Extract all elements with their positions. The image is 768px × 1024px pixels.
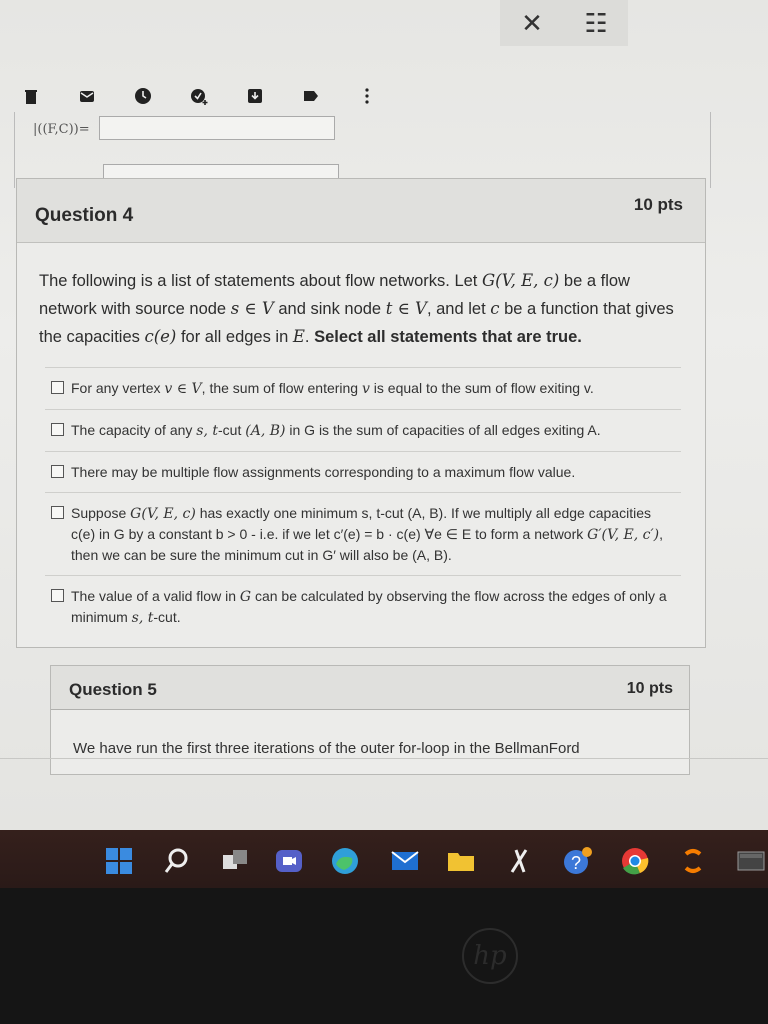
windows-start-icon[interactable] [104,846,134,876]
option-math: s, t [131,610,154,626]
option-text: For any vertex [71,380,165,396]
option-text: There may be multiple flow assignments c… [71,464,576,480]
prompt-math: E [292,327,305,346]
option-math: v ∈ V [164,381,202,397]
previous-formula: |((F,C))= [33,122,90,137]
option-text: in G is the sum of capacities of all edg… [285,422,601,438]
answer-option-3[interactable]: There may be multiple flow assignments c… [45,451,681,492]
prompt-text: , and let [426,300,491,318]
previous-question-card: |((F,C))= [14,112,711,188]
screen: ✕ ☷ |((F,C))= Question 4 10 pts The foll… [0,0,768,830]
answer-option-4[interactable]: Suppose G(V, E, c) has exactly one minim… [45,492,681,575]
prompt-text: . [304,328,315,346]
meet-icon[interactable] [274,846,304,876]
more-options-icon[interactable] [358,87,376,105]
clock-icon[interactable] [134,87,152,105]
adjust-filter-button[interactable]: ☷ [576,8,616,39]
add-task-icon[interactable] [190,87,208,105]
prompt-math: s ∈ V [230,299,274,318]
option-math: s, t [196,423,219,439]
option-math: G [239,589,252,605]
answer-option-5[interactable]: The value of a valid flow in G can be ca… [45,575,681,638]
hp-logo: hp [462,928,518,984]
question-points: 10 pts [633,195,683,214]
label-icon[interactable] [302,87,320,105]
trash-icon[interactable] [22,87,40,105]
question-title: Question 5 [69,680,157,699]
taskbar: ? [0,830,768,888]
option-text: Suppose [71,505,131,521]
question-points: 10 pts [626,680,673,697]
option-text: , the sum of flow entering [201,380,362,396]
answer-option-1[interactable]: For any vertex v ∈ V, the sum of flow en… [45,367,681,409]
option-math: G(V, E, c) [130,506,196,522]
prompt-text: The following is a list of statements ab… [39,272,482,290]
checkbox[interactable] [51,506,64,519]
search-icon[interactable] [162,846,192,876]
option-text: -cut. [153,609,181,625]
question-title: Question 4 [35,205,134,226]
checkbox[interactable] [51,589,64,602]
option-math: G′(V, E, c′) [587,527,660,543]
snipping-tool-icon[interactable] [504,846,534,876]
question-4-card: Question 4 10 pts The following is a lis… [16,178,706,648]
prompt-instruction: Select all statements that are true. [314,328,582,346]
mail-app-icon[interactable] [390,846,420,876]
prompt-math: c [490,299,500,318]
download-icon[interactable] [246,87,264,105]
checkbox[interactable] [51,381,64,394]
help-icon[interactable]: ? [562,846,592,876]
app-icon[interactable] [678,846,708,876]
answer-option-2[interactable]: The capacity of any s, t-cut (A, B) in G… [45,409,681,451]
prompt-math: G(V, E, c) [481,271,560,290]
chrome-icon[interactable] [620,846,650,876]
question-5-header: Question 5 10 pts [51,666,689,710]
close-button[interactable]: ✕ [512,8,552,39]
previous-answer-input[interactable] [99,116,335,140]
terminal-icon[interactable] [736,846,766,876]
answer-options: For any vertex v ∈ V, the sum of flow en… [45,367,681,638]
laptop-bezel [0,888,768,1024]
prompt-text: for all edges in [176,328,293,346]
svg-text:?: ? [571,853,581,873]
question-prompt: We have run the first three iterations o… [73,740,580,757]
divider [0,758,768,759]
checkbox[interactable] [51,465,64,478]
prompt-text: and sink node [273,300,386,318]
mail-icon[interactable] [78,87,96,105]
option-math: (A, B) [245,423,286,439]
lens-toolbar: ✕ ☷ [500,0,628,46]
task-view-icon[interactable] [220,846,250,876]
option-text: The capacity of any [71,422,197,438]
option-math: v [361,381,370,397]
question-4-header: Question 4 10 pts [17,179,705,243]
checkbox[interactable] [51,423,64,436]
file-explorer-icon[interactable] [446,846,476,876]
prompt-math: t ∈ V [385,299,427,318]
option-text: -cut [218,422,246,438]
option-text: The value of a valid flow in [71,588,240,604]
prompt-math: c(e) [144,327,177,346]
question-prompt: The following is a list of statements ab… [39,267,679,351]
option-text: is equal to the sum of flow exiting v. [369,380,594,396]
edge-browser-icon[interactable] [330,846,360,876]
